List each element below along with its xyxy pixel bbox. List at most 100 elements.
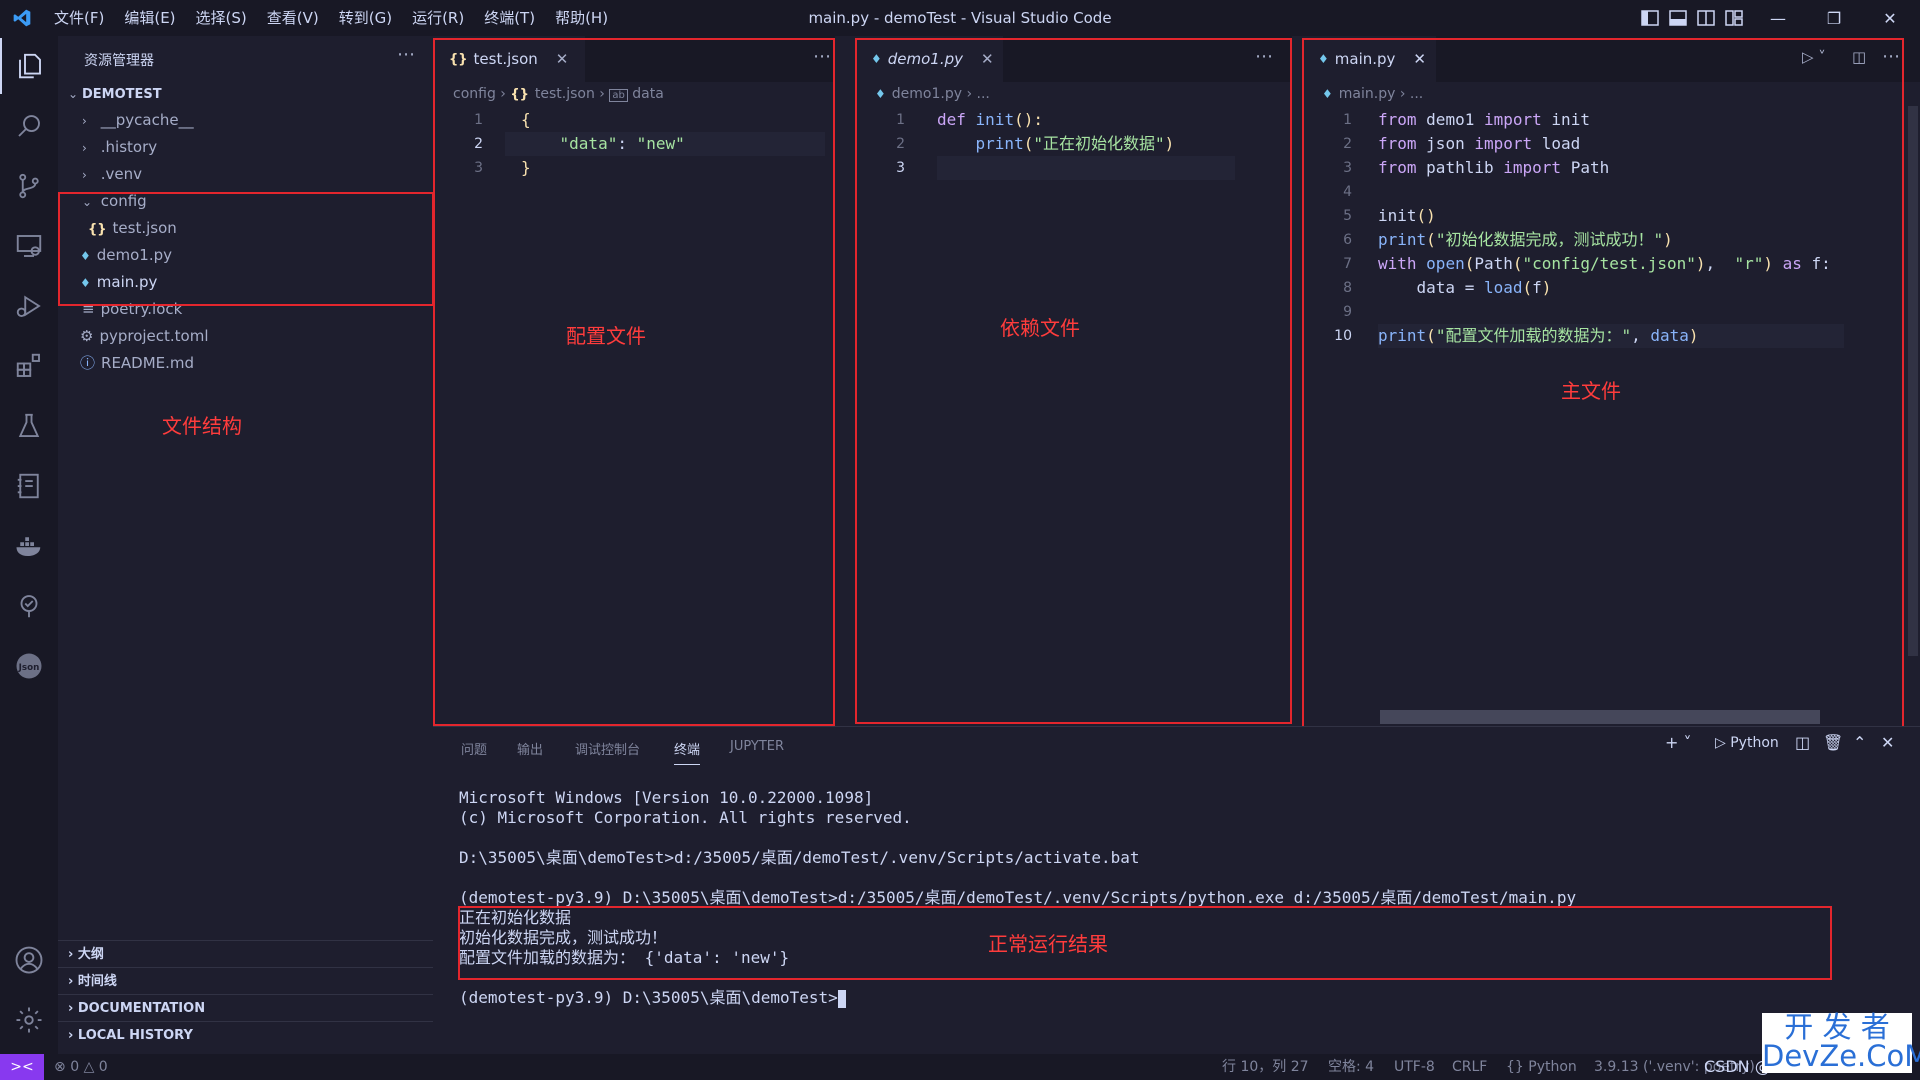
tree-item-demo1-py[interactable]: ♦ demo1.py	[58, 242, 433, 269]
code-line[interactable]: "data": "new"	[521, 132, 685, 156]
remote-indicator-icon[interactable]: ><	[0, 1054, 44, 1080]
section-local-history[interactable]: › LOCAL HISTORY	[58, 1021, 433, 1048]
menu-selection[interactable]: 选择(S)	[186, 0, 257, 36]
close-tab-icon[interactable]: ✕	[981, 50, 994, 68]
minimize-icon[interactable]: —	[1750, 0, 1806, 36]
menu-view[interactable]: 查看(V)	[257, 0, 329, 36]
code-line[interactable]: from pathlib import Path	[1378, 156, 1609, 180]
tree-item-main-py[interactable]: ♦ main.py	[58, 269, 433, 296]
code-line[interactable]: data = load(f)	[1378, 276, 1552, 300]
restore-icon[interactable]: ❐	[1806, 0, 1862, 36]
testing-icon[interactable]	[0, 398, 58, 454]
tab-main-py[interactable]: ♦ main.py ✕	[1302, 36, 1436, 82]
chevron-right-icon: ›	[966, 86, 977, 102]
close-tab-icon[interactable]: ✕	[1413, 50, 1426, 68]
horizontal-scrollbar[interactable]	[1380, 710, 1820, 724]
tree-item-poetry-lock[interactable]: ≡ poetry.lock	[58, 296, 433, 323]
section-timeline[interactable]: › 时间线	[58, 967, 433, 994]
terminal-profile[interactable]: ▷ Python	[1715, 735, 1779, 751]
code-line[interactable]: init()	[1378, 204, 1436, 228]
more-actions-icon[interactable]: ⋯	[813, 46, 831, 67]
maximize-panel-icon[interactable]: ⌃	[1853, 733, 1866, 752]
breadcrumb-item[interactable]: config	[453, 86, 496, 102]
more-actions-icon[interactable]: ⋯	[397, 44, 415, 65]
code-line[interactable]: from json import load	[1378, 132, 1580, 156]
tab-test-json[interactable]: {} test.json ✕	[433, 36, 585, 82]
code-line[interactable]: with open(Path("config/test.json"), "r")…	[1378, 252, 1831, 276]
split-editor-icon[interactable]: ◫	[1852, 48, 1866, 66]
tree-item-history[interactable]: › .history	[58, 134, 433, 161]
tree-item-readme[interactable]: ⓘ README.md	[58, 350, 433, 377]
breadcrumb-item[interactable]: ...	[977, 86, 990, 102]
tree-item-pyproject-toml[interactable]: ⚙ pyproject.toml	[58, 323, 433, 350]
run-debug-icon[interactable]	[0, 278, 58, 334]
close-window-icon[interactable]: ✕	[1862, 0, 1918, 36]
toggle-secondary-sidebar-icon[interactable]	[1692, 0, 1720, 36]
docker-icon[interactable]	[0, 518, 58, 574]
vertical-scrollbar[interactable]	[1908, 106, 1918, 656]
menu-help[interactable]: 帮助(H)	[545, 0, 618, 36]
menu-file[interactable]: 文件(F)	[44, 0, 114, 36]
panel-tab-jupyter[interactable]: JUPYTER	[730, 739, 784, 754]
breadcrumb-item[interactable]: demo1.py	[892, 86, 962, 102]
code-line[interactable]: print("正在初始化数据")	[937, 132, 1175, 156]
toggle-panel-icon[interactable]	[1664, 0, 1692, 36]
split-terminal-icon[interactable]: ◫	[1795, 733, 1810, 752]
indentation[interactable]: 空格: 4	[1328, 1054, 1374, 1080]
account-icon[interactable]	[0, 932, 58, 988]
more-actions-icon[interactable]: ⋯	[1882, 46, 1900, 67]
trash-icon[interactable]: 🗑	[1823, 733, 1843, 752]
breadcrumb-item[interactable]: main.py	[1339, 86, 1396, 102]
terminal-prompt[interactable]: (demotest-py3.9) D:\35005\桌面\demoTest>	[459, 988, 846, 1008]
tree-root[interactable]: ⌄ DEMOTEST	[58, 80, 433, 107]
tree-item-test-json[interactable]: {} test.json	[58, 215, 433, 242]
code-line[interactable]: print("初始化数据完成，测试成功！")	[1378, 228, 1673, 252]
tree-item-venv[interactable]: › .venv	[58, 161, 433, 188]
more-actions-icon[interactable]: ⋯	[1255, 46, 1273, 67]
line-ending[interactable]: CRLF	[1452, 1054, 1487, 1080]
code-line[interactable]: }	[521, 156, 531, 180]
section-documentation[interactable]: › DOCUMENTATION	[58, 994, 433, 1021]
run-python-file-icon[interactable]: ▷ ˅	[1802, 48, 1826, 66]
tree-item-config[interactable]: ⌄ config	[58, 188, 433, 215]
panel-tab-terminal[interactable]: 终端	[674, 739, 701, 765]
section-outline[interactable]: › 大纲	[58, 940, 433, 967]
breadcrumb-item[interactable]: data	[632, 86, 664, 102]
menu-go[interactable]: 转到(G)	[329, 0, 402, 36]
remote-explorer-icon[interactable]	[0, 218, 58, 274]
code-line[interactable]: from demo1 import init	[1378, 108, 1590, 132]
timeline-tree-icon[interactable]	[0, 578, 58, 634]
cursor-position[interactable]: 行 10，列 27	[1222, 1054, 1309, 1080]
close-panel-icon[interactable]: ✕	[1881, 733, 1894, 752]
search-icon[interactable]	[0, 98, 58, 154]
encoding[interactable]: UTF-8	[1394, 1054, 1435, 1080]
menu-terminal[interactable]: 终端(T)	[474, 0, 545, 36]
code-line[interactable]: {	[521, 108, 531, 132]
warning-icon: △	[83, 1059, 95, 1075]
new-terminal-icon[interactable]: + ˅	[1665, 733, 1692, 752]
language-mode[interactable]: {} Python	[1506, 1054, 1577, 1080]
settings-gear-icon[interactable]	[0, 992, 58, 1048]
notebook-icon[interactable]	[0, 458, 58, 514]
extensions-icon[interactable]	[0, 338, 58, 394]
chevron-right-icon: ›	[82, 114, 87, 128]
breadcrumb-item[interactable]: ...	[1410, 86, 1423, 102]
tab-demo1-py[interactable]: ♦ demo1.py ✕	[855, 36, 1003, 82]
code-line[interactable]: print("配置文件加载的数据为：", data)	[1378, 324, 1699, 348]
panel-tab-problems[interactable]: 问题	[461, 739, 487, 758]
source-control-icon[interactable]	[0, 158, 58, 214]
menu-run[interactable]: 运行(R)	[402, 0, 474, 36]
annotation-dependency-file: 依赖文件	[1000, 316, 1080, 340]
explorer-icon[interactable]	[0, 38, 58, 94]
toggle-sidebar-icon[interactable]	[1636, 0, 1664, 36]
menu-edit[interactable]: 编辑(E)	[114, 0, 185, 36]
close-tab-icon[interactable]: ✕	[556, 50, 569, 68]
breadcrumb-item[interactable]: test.json	[535, 86, 595, 102]
tree-item-pycache[interactable]: › __pycache__	[58, 107, 433, 134]
panel-tab-debug-console[interactable]: 调试控制台	[575, 739, 640, 758]
problems-indicator[interactable]: ⊗ 0 △ 0	[54, 1054, 108, 1080]
code-line[interactable]: def init():	[937, 108, 1043, 132]
panel-tab-output[interactable]: 输出	[517, 739, 543, 758]
customize-layout-icon[interactable]	[1720, 0, 1748, 36]
json-extension-icon[interactable]: Json	[0, 638, 58, 694]
